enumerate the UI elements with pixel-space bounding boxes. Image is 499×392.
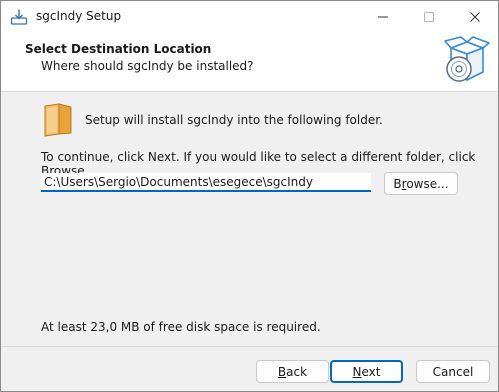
maximize-icon: [424, 12, 434, 22]
back-label: ack: [286, 364, 308, 379]
next-label: ext: [361, 364, 381, 379]
disk-space-text: At least 23,0 MB of free disk space is r…: [41, 320, 321, 334]
next-button[interactable]: Next: [330, 360, 403, 383]
destination-path-input[interactable]: [41, 173, 371, 192]
back-access-key: B: [277, 364, 287, 379]
maximize-button[interactable]: [406, 1, 452, 33]
box-with-disc-icon: [444, 36, 490, 82]
browse-label-end: owse...: [406, 176, 449, 191]
browse-label-start: B: [393, 176, 402, 191]
minimize-button[interactable]: [360, 1, 406, 33]
page-title: Select Destination Location: [25, 42, 212, 56]
next-access-key: N: [352, 364, 362, 379]
minimize-icon: [378, 16, 388, 18]
intro-text: Setup will install sgcIndy into the foll…: [85, 113, 383, 127]
wizard-header: Select Destination Location Where should…: [1, 33, 498, 92]
footer-separator: [1, 346, 498, 347]
browse-button[interactable]: Browse...: [384, 172, 458, 195]
close-icon: [470, 12, 480, 22]
back-button[interactable]: Back: [256, 360, 329, 383]
window-title: sgcIndy Setup: [36, 9, 122, 23]
cancel-button[interactable]: Cancel: [416, 360, 490, 383]
folder-icon: [44, 103, 72, 137]
setup-installer-icon: [10, 9, 28, 25]
title-bar[interactable]: sgcIndy Setup: [1, 1, 498, 33]
close-button[interactable]: [452, 1, 498, 33]
setup-window: sgcIndy Setup Select Destination Locatio…: [0, 0, 499, 392]
page-subtitle: Where should sgcIndy be installed?: [41, 59, 254, 73]
